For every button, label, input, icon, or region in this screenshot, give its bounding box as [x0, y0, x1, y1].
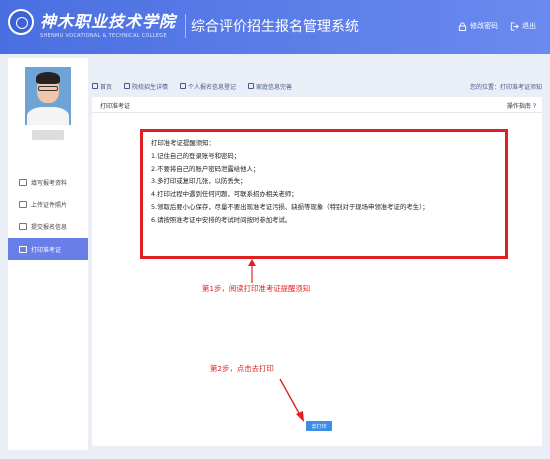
nav-home-label: 首页 [100, 83, 113, 91]
sidebar-item-print-ticket[interactable]: 打印准考证 [8, 238, 88, 260]
main-panel: 打印准考证 操作指南 ? 打印准考证提醒须知： 1.记住自己的登录账号和密码； … [92, 97, 542, 446]
notice-item: 4.打印过程中遇到任何问题，可联系招办相关老师； [151, 190, 298, 199]
nav-family-info[interactable]: 家庭信息完善 [248, 82, 292, 91]
college-logo: 神木职业技术学院 SHENMU VOCATIONAL & TECHNICAL C… [8, 6, 183, 46]
sidebar-item-label: 填写报考资料 [31, 179, 68, 187]
panel-header: 打印准考证 操作指南 ? [92, 97, 542, 113]
change-password-label: 修改密码 [470, 22, 498, 30]
notice-item: 2.不要将自己的账户密码泄露给他人； [151, 164, 260, 173]
notice-heading: 打印准考证提醒须知： [151, 139, 215, 147]
operation-guide-link[interactable]: 操作指南 ? [507, 101, 536, 110]
notice-item: 3.多打印或复印几张，以防丢失； [151, 177, 247, 186]
avatar [25, 67, 71, 125]
sidebar-item-upload-photo[interactable]: 上传证件照片 [8, 193, 88, 215]
step1-arrow-icon [248, 259, 256, 283]
user-name-redacted [32, 130, 64, 140]
sidebar-item-label: 打印准考证 [31, 246, 62, 254]
submit-icon [19, 222, 27, 230]
print-notice-box: 打印准考证提醒须知： 1.记住自己的登录账号和密码； 2.不要将自己的账户密码泄… [140, 129, 508, 259]
document-icon [124, 83, 131, 89]
change-password-button[interactable]: 修改密码 [458, 21, 498, 31]
sidebar-item-submit-info[interactable]: 提交报名信息 [8, 215, 88, 237]
notice-item: 5.领取后要小心保存，尽量不要出现准考证污损、缺损等现象（特别对于现场申领准考证… [151, 202, 429, 211]
top-nav: 首页 院校招生详情 个人报名信息登记 家庭信息完善 您的位置：打印准考证须知 [92, 78, 542, 94]
nav-admission-details-label: 院校招生详情 [132, 83, 169, 91]
nav-personal-registration-label: 个人报名信息登记 [188, 83, 237, 91]
logout-icon [510, 21, 519, 31]
logo-chinese-name: 神木职业技术学院 [40, 12, 177, 31]
logo-english-name: SHENMU VOCATIONAL & TECHNICAL COLLEGE [40, 33, 167, 39]
lock-icon [458, 21, 467, 31]
panel-title: 打印准考证 [100, 103, 131, 110]
system-title: 综合评价招生报名管理系统 [191, 18, 359, 34]
nav-admission-details[interactable]: 院校招生详情 [124, 82, 168, 91]
home-icon [92, 83, 98, 89]
header-divider [185, 14, 186, 38]
header-bar: 神木职业技术学院 SHENMU VOCATIONAL & TECHNICAL C… [0, 0, 550, 54]
upload-icon [19, 200, 27, 208]
form-icon [19, 178, 27, 186]
logout-label: 退出 [522, 22, 536, 30]
nav-personal-registration[interactable]: 个人报名信息登记 [180, 82, 236, 91]
step1-annotation: 第1步，阅读打印准考证提醒须知 [202, 284, 311, 293]
step2-annotation: 第2步，点击去打印 [210, 364, 274, 373]
print-button[interactable]: 去打印 [306, 421, 332, 431]
logout-button[interactable]: 退出 [510, 21, 536, 31]
family-icon [248, 83, 255, 89]
print-icon [19, 245, 27, 253]
user-icon [180, 83, 187, 89]
sidebar-item-fill-info[interactable]: 填写报考资料 [8, 171, 88, 193]
sidebar-item-label: 提交报名信息 [31, 223, 68, 231]
nav-family-info-label: 家庭信息完善 [256, 83, 293, 91]
notice-item: 1.记住自己的登录账号和密码； [151, 151, 241, 160]
sidebar-item-label: 上传证件照片 [31, 201, 68, 209]
notice-item: 6.请按照准考证中安排的考试时间按时参加考试。 [151, 215, 292, 224]
step2-arrow-icon [279, 378, 304, 422]
sidebar: 填写报考资料 上传证件照片 提交报名信息 打印准考证 [8, 58, 88, 450]
nav-home[interactable]: 首页 [92, 82, 112, 91]
college-seal-icon [8, 9, 34, 35]
breadcrumb: 您的位置：打印准考证须知 [469, 84, 542, 91]
